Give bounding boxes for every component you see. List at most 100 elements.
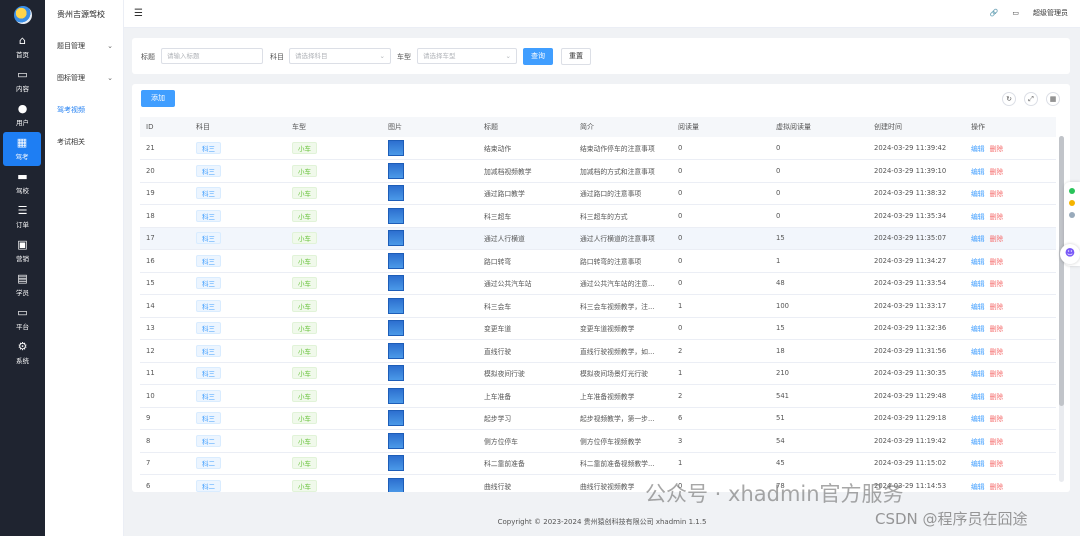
column-header[interactable]: 创建时间 xyxy=(868,117,965,137)
table-row[interactable]: 8 科二 小车 侧方位停车 侧方位停车视频教学 3 54 2024-03-29 11:19:4… xyxy=(140,429,1056,453)
column-header[interactable]: 简介 xyxy=(574,117,672,137)
title-input[interactable]: 请输入标题 xyxy=(161,48,263,64)
search-button[interactable]: 查询 xyxy=(523,48,553,65)
delete-link[interactable]: 删除 xyxy=(990,303,1004,311)
edit-link[interactable]: 编辑 xyxy=(971,483,985,491)
video-thumbnail[interactable] xyxy=(388,365,404,382)
edit-link[interactable]: 编辑 xyxy=(971,258,985,266)
delete-link[interactable]: 删除 xyxy=(990,145,1004,153)
menu-item-2[interactable]: 驾考视频 xyxy=(45,94,123,126)
video-thumbnail[interactable] xyxy=(388,230,404,247)
column-header[interactable]: 车型 xyxy=(286,117,382,137)
table-row[interactable]: 16 科三 小车 路口转弯 路口转弯的注意事项 0 1 2024-03-29 11:34:27… xyxy=(140,249,1056,273)
delete-link[interactable]: 删除 xyxy=(990,168,1004,176)
subject-select[interactable]: 请选择科目 ⌄ xyxy=(289,48,391,64)
menu-item-1[interactable]: 图标管理 ⌄ xyxy=(45,62,123,94)
delete-link[interactable]: 删除 xyxy=(990,280,1004,288)
rail-item-1[interactable]: ▭ 内容 xyxy=(0,64,45,98)
video-thumbnail[interactable] xyxy=(388,455,404,472)
video-thumbnail[interactable] xyxy=(388,275,404,292)
delete-link[interactable]: 删除 xyxy=(990,438,1004,446)
edit-link[interactable]: 编辑 xyxy=(971,460,985,468)
edit-link[interactable]: 编辑 xyxy=(971,190,985,198)
delete-link[interactable]: 删除 xyxy=(990,258,1004,266)
edit-link[interactable]: 编辑 xyxy=(971,325,985,333)
video-thumbnail[interactable] xyxy=(388,297,404,314)
link-icon[interactable]: 🔗 xyxy=(990,9,999,17)
video-thumbnail[interactable] xyxy=(388,207,404,224)
table-row[interactable]: 11 科三 小车 模拟夜间行驶 模拟夜间场景灯光行驶 1 210 2024-03-29 11:… xyxy=(140,362,1056,385)
edit-link[interactable]: 编辑 xyxy=(971,168,985,176)
rail-item-3[interactable]: ▦ 驾考 xyxy=(3,132,41,166)
rail-item-9[interactable]: ⚙ 系统 xyxy=(0,336,45,370)
table-row[interactable]: 14 科三 小车 科三会车 科三会车视频教学，注... 1 100 2024-03-29 11… xyxy=(140,294,1056,318)
user-name[interactable]: 超级管理员 xyxy=(1033,8,1068,18)
table-row[interactable]: 12 科三 小车 直线行驶 直线行驶视频教学，如... 2 18 2024-03-29 11:… xyxy=(140,339,1056,363)
rail-item-8[interactable]: ▭ 平台 xyxy=(0,302,45,336)
delete-link[interactable]: 删除 xyxy=(990,460,1004,468)
edit-link[interactable]: 编辑 xyxy=(971,145,985,153)
rail-item-2[interactable]: ● 用户 xyxy=(0,98,45,132)
edit-link[interactable]: 编辑 xyxy=(971,370,985,378)
columns-icon[interactable]: ▦ xyxy=(1046,92,1060,106)
table-row[interactable]: 15 科三 小车 通过公共汽车站 通过公共汽车站的注意... 0 48 2024-03-29 … xyxy=(140,272,1056,295)
column-header[interactable]: 虚拟阅读量 xyxy=(770,117,868,137)
edit-link[interactable]: 编辑 xyxy=(971,415,985,423)
delete-link[interactable]: 删除 xyxy=(990,190,1004,198)
table-row[interactable]: 20 科三 小车 加减档视频教学 加减档的方式和注意事项 0 0 2024-03-29 11:… xyxy=(140,159,1056,183)
delete-link[interactable]: 删除 xyxy=(990,235,1004,243)
table-row[interactable]: 17 科三 小车 通过人行横道 通过人行横道的注意事项 0 15 2024-03-29 11:… xyxy=(140,227,1056,250)
monitor-icon[interactable]: ▭ xyxy=(1012,9,1019,17)
delete-link[interactable]: 删除 xyxy=(990,370,1004,378)
rail-item-4[interactable]: ▬ 驾校 xyxy=(0,166,45,200)
delete-link[interactable]: 删除 xyxy=(990,415,1004,423)
edit-link[interactable]: 编辑 xyxy=(971,438,985,446)
column-header[interactable]: 阅读量 xyxy=(672,117,770,137)
delete-link[interactable]: 删除 xyxy=(990,393,1004,401)
edit-link[interactable]: 编辑 xyxy=(971,213,985,221)
video-thumbnail[interactable] xyxy=(388,140,404,156)
video-thumbnail[interactable] xyxy=(388,162,404,179)
video-thumbnail[interactable] xyxy=(388,252,404,269)
rail-item-0[interactable]: ⌂ 首页 xyxy=(0,30,45,64)
edit-link[interactable]: 编辑 xyxy=(971,393,985,401)
reset-button[interactable]: 重置 xyxy=(561,48,591,65)
menu-item-3[interactable]: 考试相关 xyxy=(45,126,123,158)
refresh-icon[interactable]: ↻ xyxy=(1002,92,1016,106)
delete-link[interactable]: 删除 xyxy=(990,348,1004,356)
video-thumbnail[interactable] xyxy=(388,477,404,492)
delete-link[interactable]: 删除 xyxy=(990,213,1004,221)
video-thumbnail[interactable] xyxy=(388,387,404,404)
video-thumbnail[interactable] xyxy=(388,342,404,359)
table-row[interactable]: 13 科三 小车 变更车道 变更车道视频教学 0 15 2024-03-29 11:32:36… xyxy=(140,317,1056,340)
menu-item-0[interactable]: 题目管理 ⌄ xyxy=(45,30,123,62)
table-row[interactable]: 6 科二 小车 曲线行驶 曲线行驶视频教学 0 78 2024-03-29 11:14:53 编… xyxy=(140,474,1056,492)
edit-link[interactable]: 编辑 xyxy=(971,348,985,356)
table-row[interactable]: 21 科三 小车 结束动作 结束动作停车的注意事项 0 0 2024-03-29 11:39:… xyxy=(140,137,1056,160)
rail-item-5[interactable]: ☰ 订单 xyxy=(0,200,45,234)
hamburger-icon[interactable]: ☰ xyxy=(134,8,143,19)
video-thumbnail[interactable] xyxy=(388,432,404,449)
fullscreen-icon[interactable]: ⤢ xyxy=(1024,92,1038,106)
video-thumbnail[interactable] xyxy=(388,320,404,337)
column-header[interactable]: 图片 xyxy=(382,117,478,137)
column-header[interactable]: ID xyxy=(140,117,190,137)
table-row[interactable]: 7 科二 小车 科二靠前准备 科二靠前准备视频教学... 1 45 2024-03-29 11… xyxy=(140,452,1056,475)
table-row[interactable]: 9 科三 小车 起步学习 起步视频教学，第一步... 6 51 2024-03-29 11:2… xyxy=(140,407,1056,430)
table-row[interactable]: 10 科三 小车 上车准备 上车准备视频教学 2 541 2024-03-29 11:29:4… xyxy=(140,384,1056,408)
delete-link[interactable]: 删除 xyxy=(990,483,1004,491)
cartype-select[interactable]: 请选择车型 ⌄ xyxy=(417,48,517,64)
video-thumbnail[interactable] xyxy=(388,185,404,202)
delete-link[interactable]: 删除 xyxy=(990,325,1004,333)
edit-link[interactable]: 编辑 xyxy=(971,303,985,311)
column-header[interactable]: 科目 xyxy=(190,117,286,137)
column-header[interactable]: 标题 xyxy=(478,117,574,137)
edit-link[interactable]: 编辑 xyxy=(971,280,985,288)
rail-item-6[interactable]: ▣ 营销 xyxy=(0,234,45,268)
add-button[interactable]: 添加 xyxy=(141,90,175,107)
video-thumbnail[interactable] xyxy=(388,410,404,427)
rail-item-7[interactable]: ▤ 学员 xyxy=(0,268,45,302)
column-header[interactable]: 操作 xyxy=(965,117,1056,137)
assistant-icon[interactable]: ☻ xyxy=(1060,244,1080,264)
table-row[interactable]: 18 科三 小车 科三超车 科三超车的方式 0 0 2024-03-29 11:35:34 编辑… xyxy=(140,204,1056,228)
